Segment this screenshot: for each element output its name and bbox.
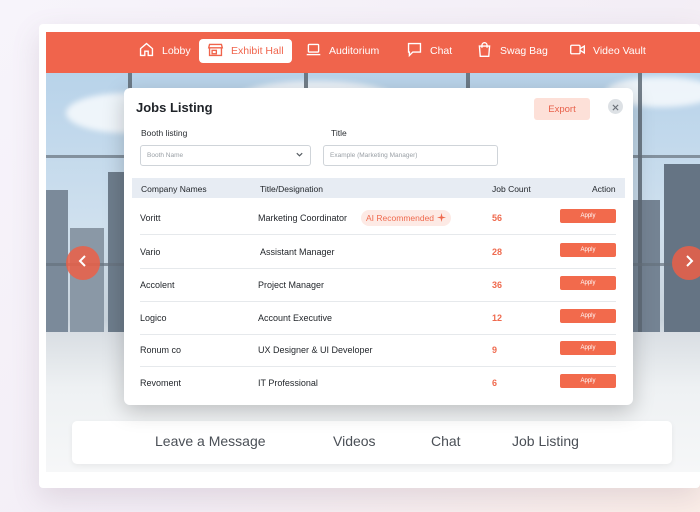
company-name: Accolent: [140, 280, 175, 290]
job-count: 36: [492, 280, 503, 290]
nav-chat-label: Chat: [430, 45, 453, 57]
company-name: Revoment: [140, 378, 182, 388]
job-count: 9: [492, 345, 498, 355]
jobs-listing-modal: Jobs Listing Export Booth listing Title …: [124, 88, 633, 405]
booth-name-value: Booth Name: [147, 152, 184, 159]
booth-action-bar: Leave a Message Videos Chat Job Listing: [72, 421, 672, 464]
modal-title: Jobs Listing: [136, 100, 213, 115]
title-filter-label: Title: [331, 128, 347, 138]
nav-swag-bag[interactable]: Swag Bag: [468, 39, 556, 63]
table-row: Logico Account Executive 12 Apply: [140, 302, 616, 335]
nav-exhibit-hall[interactable]: Exhibit Hall: [199, 39, 292, 63]
apply-button[interactable]: Apply: [560, 341, 616, 355]
close-button[interactable]: [608, 99, 623, 114]
apply-button[interactable]: Apply: [560, 374, 616, 388]
tab-leave-a-message[interactable]: Leave a Message: [155, 433, 266, 449]
table-header: Company Names Title/Designation Job Coun…: [132, 178, 625, 198]
tab-videos[interactable]: Videos: [333, 433, 376, 449]
job-title: Project Manager: [258, 280, 325, 290]
nav-chat[interactable]: Chat: [398, 39, 460, 63]
job-title: Account Executive: [258, 313, 333, 323]
header-job-count: Job Count: [492, 184, 531, 194]
table-row: Voritt Marketing Coordinator AI Recommen…: [140, 202, 616, 235]
chevron-right-icon: [682, 254, 696, 273]
previous-arrow-button[interactable]: [66, 246, 100, 280]
company-name: Voritt: [140, 213, 161, 223]
nav-lobby-label: Lobby: [162, 45, 191, 57]
company-name: Ronum co: [140, 345, 182, 355]
job-title: IT Professional: [258, 378, 318, 388]
nav-auditorium-label: Auditorium: [329, 45, 380, 57]
laptop-icon: [305, 41, 322, 61]
tab-chat[interactable]: Chat: [431, 433, 461, 449]
export-button[interactable]: Export: [534, 98, 590, 120]
table-row: Vario Assistant Manager 28 Apply: [140, 236, 616, 269]
ai-badge-label: AI Recommended: [366, 213, 435, 223]
table-row: Accolent Project Manager 36 Apply: [140, 269, 616, 302]
header-company-names: Company Names: [141, 184, 207, 194]
job-count: 6: [492, 378, 498, 388]
nav-auditorium[interactable]: Auditorium: [297, 39, 387, 63]
nav-lobby[interactable]: Lobby: [130, 39, 199, 63]
chevron-down-icon: [295, 150, 304, 161]
table-row: Ronum co UX Designer & UI Developer 9 Ap…: [140, 334, 616, 367]
apply-button[interactable]: Apply: [560, 309, 616, 323]
company-name: Vario: [140, 247, 161, 257]
job-title: UX Designer & UI Developer: [258, 345, 373, 355]
job-count: 28: [492, 247, 503, 257]
apply-button[interactable]: Apply: [560, 276, 616, 290]
home-icon: [138, 41, 155, 61]
title-search-input[interactable]: [323, 145, 498, 166]
nav-swag-bag-label: Swag Bag: [500, 45, 548, 57]
apply-button[interactable]: Apply: [560, 209, 616, 223]
next-arrow-button[interactable]: [672, 246, 700, 280]
nav-video-vault[interactable]: Video Vault: [561, 39, 654, 63]
booth-listing-label: Booth listing: [141, 128, 188, 138]
company-name: Logico: [140, 313, 167, 323]
video-camera-icon: [569, 41, 586, 61]
table-row: Revoment IT Professional 6 Apply: [140, 367, 616, 400]
shopping-bag-icon: [476, 41, 493, 61]
nav-video-vault-label: Video Vault: [593, 45, 646, 57]
chat-bubble-icon: [406, 41, 423, 61]
top-navigation: Lobby Exhibit Hall Auditorium Chat Swag …: [46, 32, 700, 73]
job-count: 56: [492, 213, 503, 223]
header-title-designation: Title/Designation: [260, 184, 323, 194]
close-icon: [612, 98, 619, 116]
sparkle-icon: [437, 212, 447, 224]
header-action: Action: [592, 184, 616, 194]
booth-name-select[interactable]: Booth Name: [140, 145, 311, 166]
job-title: Assistant Manager: [258, 247, 335, 257]
apply-button[interactable]: Apply: [560, 243, 616, 257]
nav-exhibit-hall-label: Exhibit Hall: [231, 45, 284, 57]
job-title: Marketing Coordinator: [258, 213, 348, 223]
chevron-left-icon: [76, 254, 90, 273]
job-count: 12: [492, 313, 503, 323]
ai-recommended-badge: AI Recommended: [361, 210, 452, 226]
tab-job-listing[interactable]: Job Listing: [512, 433, 579, 449]
storefront-icon: [207, 41, 224, 61]
